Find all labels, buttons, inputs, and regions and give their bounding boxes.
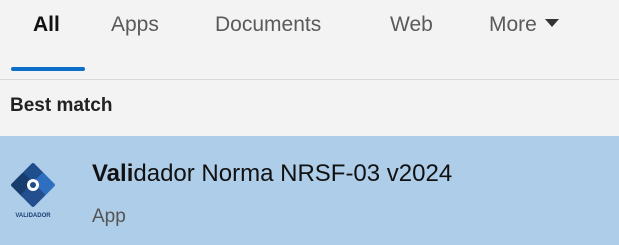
tab-more[interactable]: More xyxy=(489,10,559,40)
result-title-match: Vali xyxy=(92,160,134,187)
tab-more-label: More xyxy=(489,13,537,36)
active-tab-indicator xyxy=(11,67,85,71)
tab-apps[interactable]: Apps xyxy=(111,10,159,40)
tab-all-label: All xyxy=(33,13,60,36)
result-title-rest: dador Norma NRSF-03 v2024 xyxy=(133,160,453,187)
validador-logo-text: VALIDADOR xyxy=(15,213,51,219)
tab-documents[interactable]: Documents xyxy=(215,10,321,40)
caret-down-icon xyxy=(544,19,559,28)
validador-logo: VALIDADOR xyxy=(11,163,55,219)
search-tabs: All Apps Documents Web More xyxy=(0,0,619,80)
result-title: Validador Norma NRSF-03 v2024 xyxy=(92,160,452,188)
tab-apps-label: Apps xyxy=(111,13,159,36)
best-match-result[interactable]: VALIDADOR Validador Norma NRSF-03 v2024 … xyxy=(0,136,619,245)
tab-documents-label: Documents xyxy=(215,13,322,36)
validador-app-icon: VALIDADOR xyxy=(10,160,66,220)
search-panel: All Apps Documents Web More Best match V… xyxy=(0,0,619,245)
tab-web[interactable]: Web xyxy=(390,10,433,40)
best-match-heading: Best match xyxy=(10,95,113,116)
result-type: App xyxy=(92,206,126,227)
tab-all[interactable]: All xyxy=(33,10,60,40)
divider xyxy=(0,79,619,80)
tab-web-label: Web xyxy=(390,13,433,36)
